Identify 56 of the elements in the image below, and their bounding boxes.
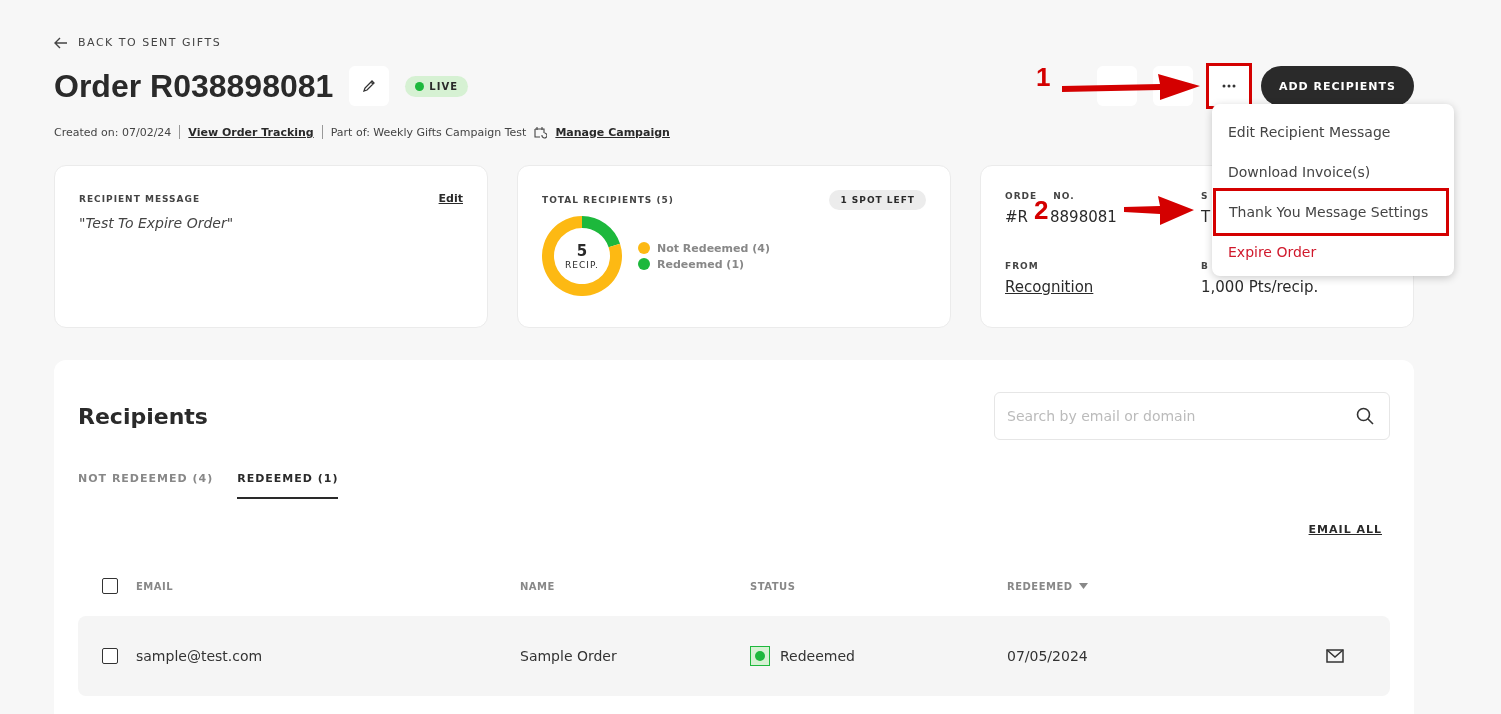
field-link[interactable]: Recognition <box>1005 278 1094 296</box>
status-label: LIVE <box>429 80 458 92</box>
tab[interactable]: REDEEMED (1) <box>237 472 339 499</box>
manage-campaign-link[interactable]: Manage Campaign <box>555 125 670 139</box>
legend-dot <box>638 258 650 270</box>
field-value: 8898081 <box>1050 208 1117 226</box>
order-tracking-link[interactable]: View Order Tracking <box>188 125 314 139</box>
name-cell-text: Sample Order <box>520 648 618 664</box>
sort-caret-icon <box>1078 583 1088 589</box>
total-label: RECIP. <box>565 260 599 270</box>
tab[interactable]: NOT REDEEMED (4) <box>78 472 214 499</box>
row-checkbox[interactable] <box>102 648 118 664</box>
menu-item[interactable]: Thank You Message Settings <box>1213 188 1449 236</box>
email-all-link[interactable]: EMAIL ALL <box>1308 523 1382 536</box>
spots-left-badge: 1 SPOT LEFT <box>829 190 926 210</box>
field-label: FROM <box>1005 261 1039 271</box>
column-header: NAME <box>520 579 556 594</box>
field-value: T <box>1201 208 1211 226</box>
order-title: Order R038898081 <box>54 67 334 105</box>
recipient-message: "Test To Expire Order" <box>79 215 235 231</box>
column-header[interactable]: REDEEMED <box>1007 556 1326 616</box>
field-label: ORDE <box>1005 191 1038 201</box>
legend-label: Redeemed (1) <box>657 257 745 271</box>
date-cell-text: 07/05/2024 <box>1007 648 1089 664</box>
field-label: S <box>1201 191 1209 201</box>
field-label: NO. <box>1053 191 1075 201</box>
select-all-checkbox[interactable] <box>102 578 118 594</box>
column-header: STATUS <box>750 579 797 594</box>
annotation-arrow <box>1124 196 1194 225</box>
add-recipients-button[interactable]: ADD RECIPIENTS <box>1260 66 1414 106</box>
calendar-refresh-icon <box>534 125 548 139</box>
total-count: 5 <box>576 242 588 260</box>
field-value: #R <box>1005 208 1028 226</box>
email-cell-text: sample@test.com <box>136 648 264 664</box>
section-title: Recipients <box>78 403 208 429</box>
field-value: 1,000 Pts/recip. <box>1201 278 1319 296</box>
back-arrow-icon <box>54 36 68 49</box>
search-icon <box>1356 407 1374 425</box>
step-number: 1 <box>1036 64 1051 90</box>
more-icon <box>1221 84 1236 88</box>
field-label: B <box>1201 261 1209 271</box>
back-link[interactable]: BACK TO SENT GIFTS <box>54 36 222 49</box>
status-cell: Redeemed <box>780 648 855 664</box>
card-title: RECIPIENT MESSAGE <box>79 193 201 204</box>
campaign-text: Part of: Weekly Gifts Campaign Test <box>330 125 527 139</box>
edit-link[interactable]: Edit <box>438 192 463 205</box>
created-date: Created on: 07/02/24 <box>54 125 172 139</box>
mail-icon[interactable] <box>1326 649 1344 663</box>
column-header: EMAIL <box>136 579 175 594</box>
search-field[interactable]: Search by email or domain <box>994 392 1390 440</box>
card-title: TOTAL RECIPIENTS (5) <box>542 195 674 205</box>
legend-label: Not Redeemed (4) <box>657 241 770 255</box>
menu-item[interactable]: Edit Recipient Message <box>1212 112 1454 152</box>
more-button[interactable] <box>1205 63 1252 109</box>
legend-dot <box>638 242 650 254</box>
redeemed-status-icon <box>750 646 770 666</box>
